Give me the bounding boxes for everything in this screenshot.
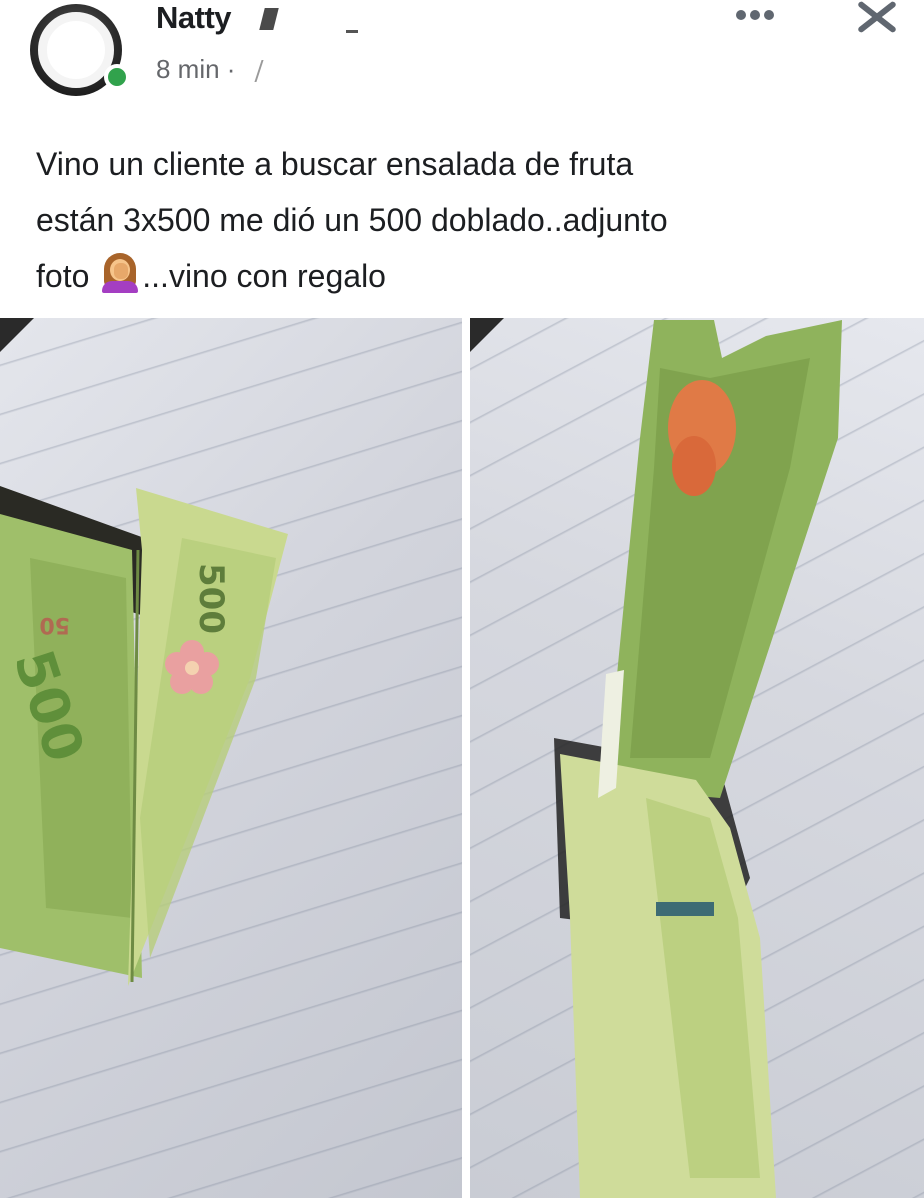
caption-text: foto (36, 258, 90, 294)
security-thread (656, 902, 714, 916)
author-name[interactable]: Natty (156, 0, 232, 36)
author-name-redaction (259, 8, 279, 30)
caption-line: Vino un cliente a buscar ensalada de fru… (36, 146, 634, 182)
woman-facepalming-emoji-icon (100, 253, 140, 293)
author-name-redaction-mark (346, 30, 358, 33)
photo-folded-banknote[interactable] (470, 318, 924, 1198)
more-horizontal-icon-dot (764, 10, 774, 20)
banknote-value: 500 (191, 563, 231, 634)
post-timestamp[interactable]: 8 min · (156, 54, 235, 85)
banknote-value: 50 (39, 612, 70, 637)
banknote-illustration: 500 500 50 (0, 486, 288, 986)
more-horizontal-icon (736, 10, 746, 20)
privacy-icon (254, 60, 272, 82)
caption-line: están 3x500 me dió un 500 doblado..adjun… (36, 202, 668, 238)
post-caption: Vino un cliente a buscar ensalada de fru… (36, 136, 896, 304)
online-status-icon (104, 64, 130, 90)
caption-text: ...vino con regalo (142, 258, 386, 294)
avatar-story-ring (38, 12, 114, 88)
more-horizontal-icon-dot (750, 10, 760, 20)
more-options-button[interactable] (728, 0, 782, 30)
post-photos: 500 500 50 (0, 318, 924, 1200)
close-button[interactable] (852, 0, 900, 40)
caption-line: foto ...vino con regalo (36, 248, 896, 304)
banknote-illustration (554, 320, 842, 1198)
photo-folded-banknote[interactable]: 500 500 50 (0, 318, 462, 1198)
post-header: Natty 8 min · (0, 0, 924, 110)
